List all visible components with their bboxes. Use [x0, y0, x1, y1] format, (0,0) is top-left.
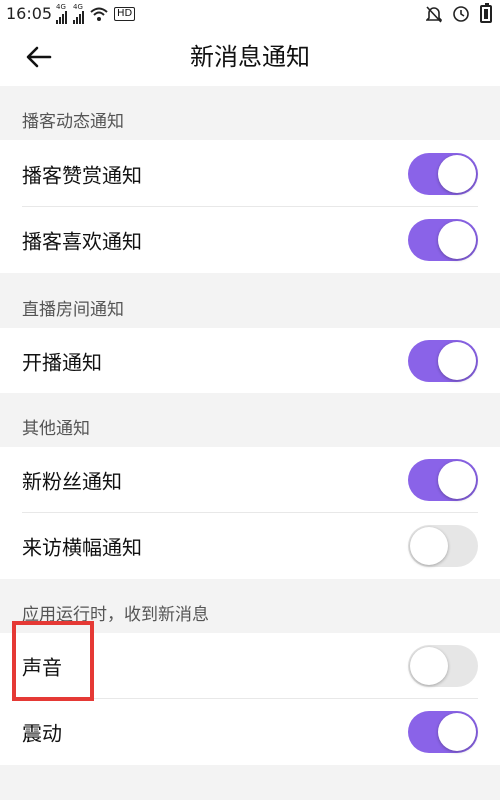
setting-label: 播客赞赏通知	[22, 163, 142, 187]
mute-bell-icon	[426, 6, 442, 23]
toggle-switch[interactable]	[408, 645, 478, 687]
signal-icon: 4G	[56, 2, 67, 24]
setting-label: 震动	[22, 721, 62, 746]
setting-label: 开播通知	[22, 350, 102, 374]
app-header: 新消息通知	[0, 28, 500, 86]
network-type-label: 4G	[56, 2, 66, 11]
alarm-icon	[453, 6, 469, 22]
status-time: 16:05	[6, 4, 53, 23]
section-title: 其他通知	[22, 419, 90, 439]
setting-row-visitor-banner[interactable]: 来访横幅通知	[0, 513, 500, 579]
toggle-knob	[438, 154, 476, 193]
status-icons-left: 4G 4G HD	[56, 2, 136, 24]
toggle-switch[interactable]	[408, 525, 478, 567]
toggle-knob	[410, 527, 448, 565]
setting-row-podcast-like[interactable]: 播客喜欢通知	[0, 207, 500, 273]
section-title: 直播房间通知	[22, 300, 124, 320]
section-header-podcast: 播客动态通知	[0, 86, 500, 140]
setting-label: 新粉丝通知	[22, 469, 122, 494]
toggle-switch[interactable]	[408, 711, 478, 753]
section-title: 播客动态通知	[22, 112, 124, 132]
page-title: 新消息通知	[190, 43, 310, 71]
setting-row-podcast-reward[interactable]: 播客赞赏通知	[0, 140, 500, 207]
toggle-knob	[438, 461, 476, 499]
toggle-switch[interactable]	[408, 459, 478, 501]
status-icons-right	[426, 3, 492, 23]
toggle-knob	[438, 713, 476, 751]
signal-icon-2: 4G	[73, 2, 84, 24]
toggle-knob	[410, 647, 448, 685]
wifi-icon	[90, 7, 108, 21]
setting-row-vibration[interactable]: 震动	[0, 699, 500, 765]
toggle-knob	[438, 341, 476, 380]
section-header-other: 其他通知	[0, 393, 500, 447]
status-bar: 16:05 4G 4G HD	[0, 0, 500, 28]
highlight-box	[12, 621, 94, 701]
setting-row-new-follower[interactable]: 新粉丝通知	[0, 447, 500, 513]
toggle-switch[interactable]	[408, 152, 478, 195]
setting-label: 播客喜欢通知	[22, 229, 142, 254]
toggle-knob	[438, 221, 476, 259]
setting-label: 来访横幅通知	[22, 535, 142, 560]
battery-icon	[480, 3, 492, 23]
setting-row-live-start[interactable]: 开播通知	[0, 328, 500, 393]
toggle-switch[interactable]	[408, 339, 478, 382]
section-header-live-room: 直播房间通知	[0, 273, 500, 328]
network-type-label-2: 4G	[73, 2, 83, 11]
hd-badge: HD	[114, 7, 136, 21]
toggle-switch[interactable]	[408, 219, 478, 261]
